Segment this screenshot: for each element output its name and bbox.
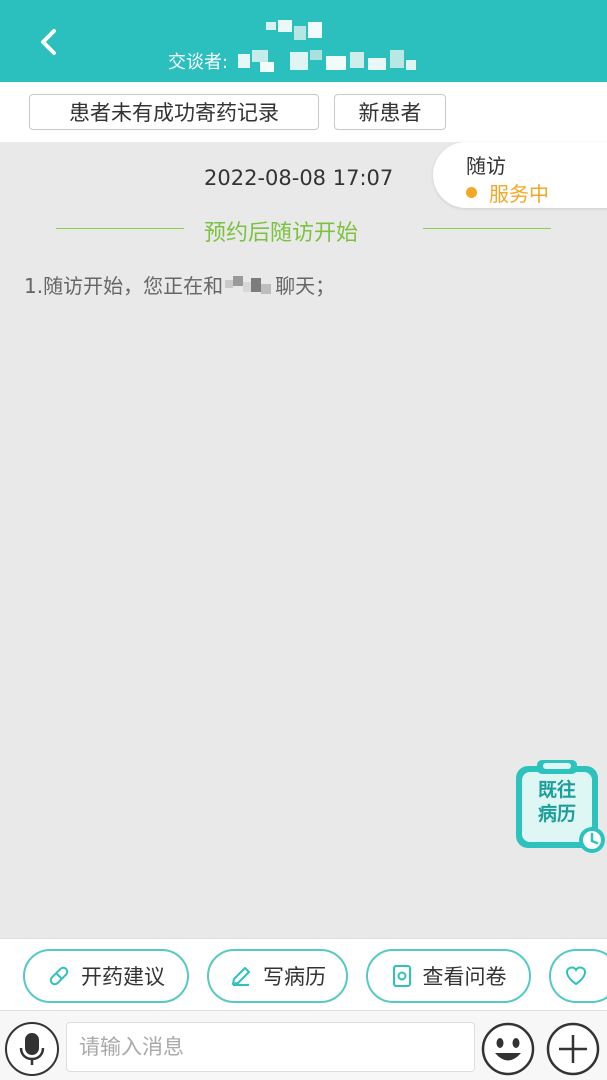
patient-tags-bar: 患者未有成功寄药记录 新患者 — [0, 82, 607, 142]
pill-icon — [49, 966, 69, 986]
write-medical-record-button[interactable]: 写病历 — [207, 949, 348, 1003]
conversant-row: 交谈者: — [168, 48, 418, 74]
divider-left — [56, 228, 184, 229]
message-input[interactable] — [66, 1022, 475, 1072]
follow-up-status-card[interactable]: 随访 服务中 — [433, 142, 607, 208]
emoji-icon — [481, 1022, 535, 1076]
back-arrow-icon — [41, 29, 56, 55]
write-medical-record-label: 写病历 — [263, 965, 326, 989]
view-questionnaire-label: 查看问卷 — [422, 965, 507, 989]
plus-icon — [546, 1022, 600, 1076]
back-button[interactable] — [30, 22, 66, 62]
message-timestamp: 2022-08-08 17:07 — [204, 166, 394, 190]
tag-no-shipping-record[interactable]: 患者未有成功寄药记录 — [29, 94, 319, 130]
chat-area[interactable]: 2022-08-08 17:07 随访 服务中 预约后随访开始 1.随访开始，您… — [0, 142, 607, 938]
follow-up-title: 随访 — [466, 154, 506, 178]
message-input-bar — [0, 1010, 607, 1080]
medical-history-label: 既往 病历 — [529, 778, 585, 826]
quick-actions-bar[interactable]: 开药建议 写病历 查看问卷 — [0, 938, 607, 1010]
view-questionnaire-button[interactable]: 查看问卷 — [366, 949, 531, 1003]
medical-history-button[interactable]: 既往 病历 — [513, 758, 605, 854]
top-header: 交谈者: — [0, 0, 607, 82]
questionnaire-icon — [392, 965, 411, 987]
follow-up-status-text: 服务中 — [489, 182, 549, 206]
voice-input-button[interactable] — [5, 1022, 59, 1076]
conversant-name-pixelated — [238, 50, 417, 72]
heart-icon — [565, 966, 587, 986]
emoji-button[interactable] — [481, 1022, 535, 1076]
follow-up-start-label: 预约后随访开始 — [204, 221, 359, 246]
conversant-label: 交谈者: — [168, 52, 229, 73]
medical-history-label-line1: 既往 — [537, 779, 576, 801]
patient-name-pixelated — [266, 20, 322, 40]
mic-icon — [19, 1033, 45, 1065]
follow-up-status: 服务中 — [466, 178, 549, 207]
medical-history-label-line2: 病历 — [537, 803, 576, 825]
prescribe-suggestion-label: 开药建议 — [81, 965, 165, 989]
system-message-prefix: 1.随访开始，您正在和 — [24, 274, 224, 298]
pencil-icon — [232, 967, 250, 986]
system-message-suffix: 聊天； — [275, 274, 336, 298]
status-dot-icon — [466, 187, 477, 198]
system-message: 1.随访开始，您正在和 聊天； — [24, 270, 335, 299]
more-actions-button[interactable] — [549, 949, 607, 1003]
prescribe-suggestion-button[interactable]: 开药建议 — [23, 949, 189, 1003]
more-options-button[interactable] — [545, 1022, 601, 1076]
divider-right — [423, 228, 551, 229]
tag-new-patient[interactable]: 新患者 — [334, 94, 446, 130]
patient-name-inline-pixelated — [225, 275, 272, 294]
